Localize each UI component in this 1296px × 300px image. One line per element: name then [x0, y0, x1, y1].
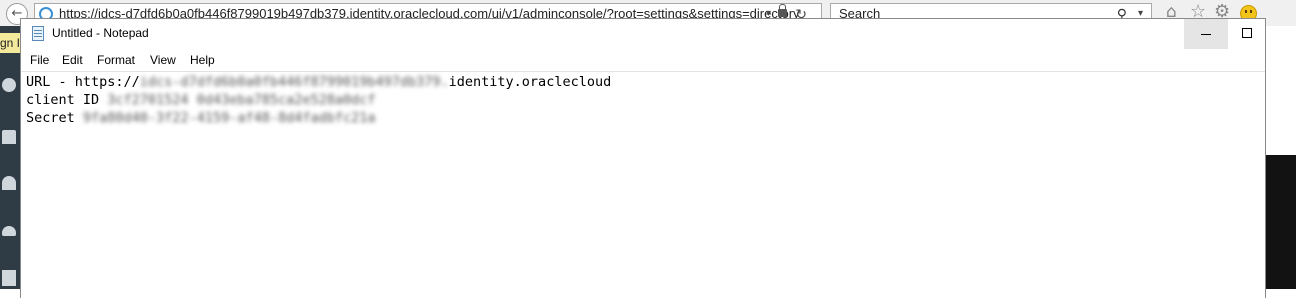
secret-redacted: 9fa80d40-3f22-4159-af48-8d4fadbfc21a — [82, 110, 376, 126]
title-bar[interactable]: Untitled - Notepad — [21, 19, 1265, 49]
menu-help[interactable]: Help — [190, 53, 215, 67]
window-title: Untitled - Notepad — [52, 26, 149, 40]
client-id-label: client ID — [26, 92, 108, 108]
url-suffix: identity.oraclecloud — [448, 74, 612, 90]
dashboard-icon[interactable] — [2, 78, 16, 92]
menu-file[interactable]: File — [30, 53, 49, 67]
notepad-icon[interactable] — [32, 26, 44, 41]
maximize-button[interactable] — [1228, 19, 1267, 49]
menu-bar: File Edit Format View Help — [21, 50, 1265, 70]
text-editor[interactable]: URL - https://idcs-d7dfd6b0a0fb446f87990… — [21, 71, 1265, 300]
lock-icon[interactable] — [778, 4, 787, 17]
client-id-redacted: 3cf2701524 0d43eba785ca2e528a0dcf — [107, 92, 376, 108]
text-line-client-id: client ID 3cf2701524 0d43eba785ca2e528a0… — [26, 92, 376, 108]
page-sidebar — [0, 26, 20, 289]
sign-in-tab[interactable]: gn In — [0, 33, 20, 53]
menu-format[interactable]: Format — [97, 53, 135, 67]
menu-view[interactable]: View — [150, 53, 176, 67]
text-line-url: URL - https://idcs-d7dfd6b0a0fb446f87990… — [26, 74, 611, 90]
menu-edit[interactable]: Edit — [62, 53, 83, 67]
text-line-secret: Secret 9fa80d40-3f22-4159-af48-8d4fadbfc… — [26, 110, 376, 126]
url-redacted: idcs-d7dfd6b0a0fb446f8799019b497db379. — [139, 74, 449, 90]
secret-label: Secret — [26, 110, 83, 126]
groups-icon[interactable] — [2, 176, 16, 190]
minimize-button[interactable] — [1184, 19, 1228, 49]
users-icon[interactable] — [2, 130, 16, 144]
cloud-icon[interactable] — [2, 226, 16, 236]
page-background-dark — [1266, 155, 1296, 289]
notepad-window: Untitled - Notepad File Edit Format View… — [20, 18, 1266, 300]
url-label: URL - https:// — [26, 74, 140, 90]
reports-icon[interactable] — [2, 270, 16, 286]
